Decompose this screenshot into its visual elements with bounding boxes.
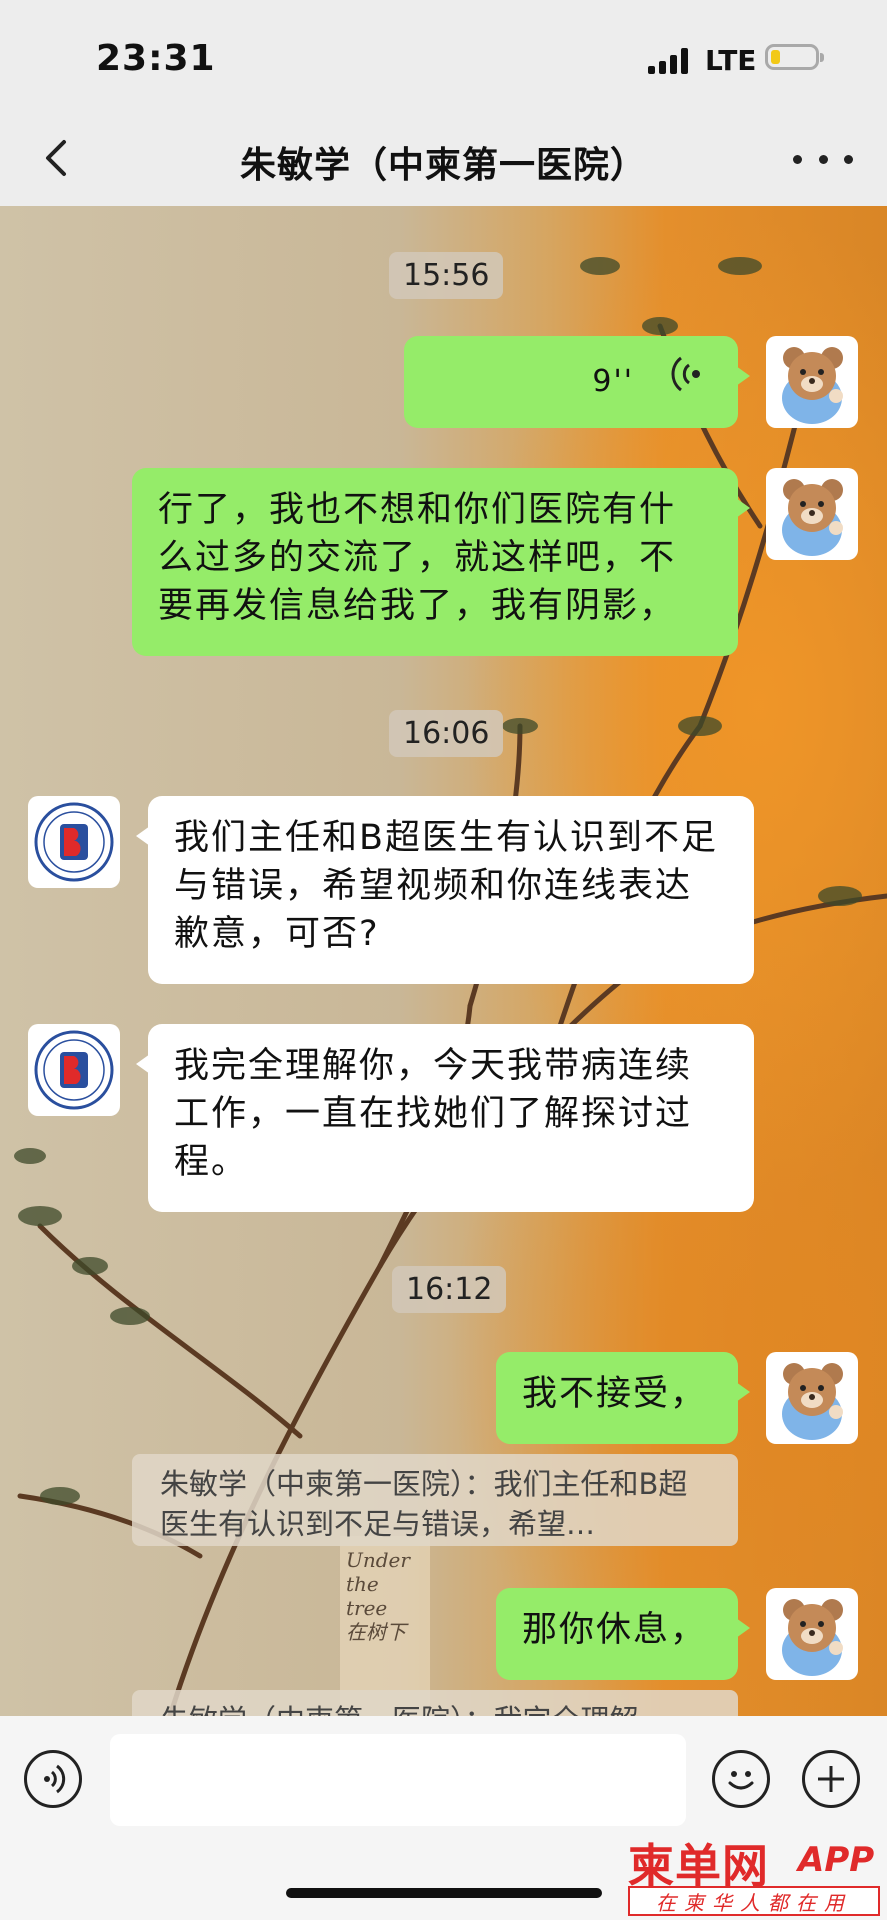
user-avatar[interactable] bbox=[766, 468, 858, 560]
voice-duration: 9'' bbox=[592, 364, 634, 399]
watermark-slogan: 在柬华人都在用 bbox=[628, 1886, 880, 1916]
message-input[interactable] bbox=[110, 1734, 686, 1826]
emoji-button[interactable] bbox=[712, 1750, 770, 1808]
chat-title: 朱敏学（中柬第一医院） bbox=[239, 145, 647, 186]
more-dots-icon bbox=[793, 154, 802, 164]
battery-icon bbox=[765, 44, 824, 70]
sent-message[interactable]: 行了，我也不想和你们医院有什么过多的交流了，就这样吧，不要再发信息给我了，我有阴… bbox=[132, 468, 750, 656]
received-message[interactable]: 我们主任和B超医生有认识到不足与错误，希望视频和你连线表达歉意，可否? bbox=[136, 796, 754, 984]
quoted-message[interactable]: 朱敏学（中柬第一医院）：我完全理解 bbox=[132, 1690, 738, 1716]
chat-area[interactable]: Under the tree 在树下 15:56 9'' 行了，我也不想和你们医… bbox=[0, 206, 887, 1716]
message-timestamp: 16:12 bbox=[392, 1266, 507, 1313]
message-timestamp: 16:06 bbox=[389, 710, 504, 757]
watermark: 柬单网 APP 在柬华人都在用 bbox=[628, 1830, 886, 1920]
network-type: LTE bbox=[705, 44, 757, 77]
status-time: 23:31 bbox=[96, 38, 216, 79]
signal-strength-icon bbox=[648, 48, 692, 74]
watermark-app: APP bbox=[798, 1840, 875, 1880]
sent-message[interactable]: 我不接受， bbox=[496, 1352, 750, 1444]
plus-button[interactable] bbox=[802, 1750, 860, 1808]
contact-avatar[interactable] bbox=[28, 796, 120, 888]
bear-avatar-icon bbox=[782, 347, 843, 424]
hospital-logo-icon bbox=[34, 802, 114, 882]
voice-mode-button[interactable] bbox=[24, 1750, 82, 1808]
user-avatar[interactable] bbox=[766, 1588, 858, 1680]
bear-avatar-icon bbox=[782, 479, 843, 556]
bear-avatar-icon bbox=[782, 1599, 843, 1676]
status-bar: 23:31 LTE bbox=[0, 0, 887, 110]
user-avatar[interactable] bbox=[766, 336, 858, 428]
wallpaper-sign: Under the tree 在树下 bbox=[340, 1536, 430, 1716]
bear-avatar-icon bbox=[782, 1363, 843, 1440]
more-options-button[interactable] bbox=[793, 134, 853, 184]
emoji-icon bbox=[728, 1771, 754, 1790]
voice-mode-icon bbox=[44, 1764, 66, 1794]
chat-header: 朱敏学（中柬第一医院） bbox=[0, 110, 887, 206]
sent-message[interactable]: 那你休息， bbox=[496, 1588, 750, 1680]
received-message[interactable]: 我完全理解你，今天我带病连续工作，一直在找她们了解探讨过程。 bbox=[136, 1024, 754, 1212]
contact-avatar[interactable] bbox=[28, 1024, 120, 1116]
voice-wave-icon bbox=[671, 356, 700, 392]
hospital-logo-icon bbox=[34, 1030, 114, 1110]
home-indicator[interactable] bbox=[286, 1888, 602, 1898]
quoted-message[interactable]: 朱敏学（中柬第一医院）：我们主任和B超医生有认识到不足与错误，希望… bbox=[132, 1454, 738, 1546]
voice-message[interactable]: 9'' bbox=[404, 336, 750, 428]
user-avatar[interactable] bbox=[766, 1352, 858, 1444]
message-timestamp: 15:56 bbox=[389, 252, 504, 299]
plus-icon bbox=[818, 1766, 844, 1792]
